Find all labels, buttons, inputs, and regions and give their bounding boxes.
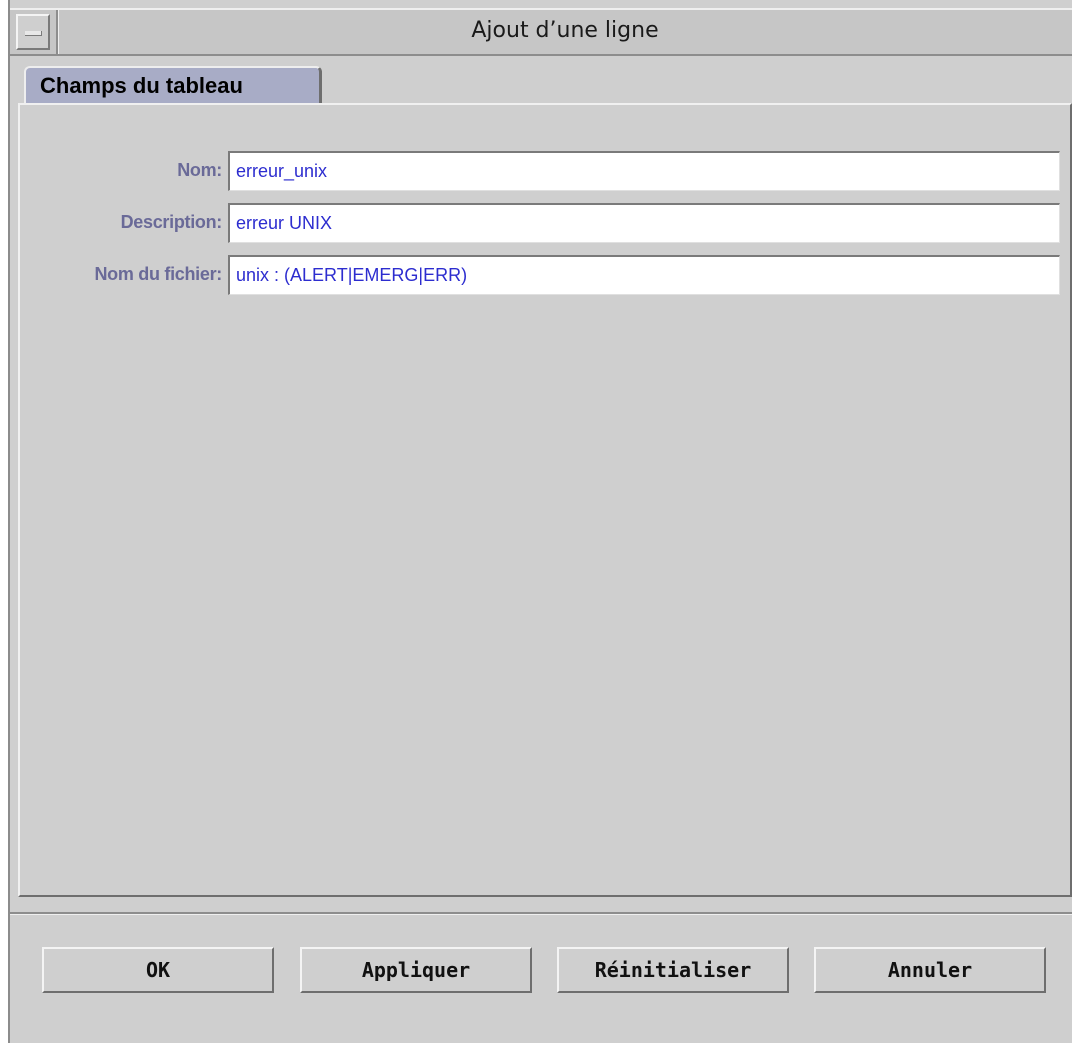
ok-button[interactable]: OK [42, 947, 274, 993]
window-menu-icon[interactable] [16, 14, 50, 50]
field-row-description: Description: [20, 203, 1060, 243]
nom-du-fichier-label: Nom du fichier: [94, 264, 222, 284]
apply-button[interactable]: Appliquer [300, 947, 532, 993]
nom-label: Nom: [177, 160, 222, 180]
description-input[interactable] [228, 203, 1060, 243]
dialog-window: Ajout d’une ligne Champs du tableau Nom:… [8, 0, 1072, 1043]
field-row-nom: Nom: [20, 151, 1060, 191]
field-row-nom-du-fichier: Nom du fichier: [20, 255, 1060, 295]
tab-champs-du-tableau[interactable]: Champs du tableau [24, 66, 322, 104]
title-bar[interactable]: Ajout d’une ligne [10, 8, 1072, 56]
button-bar-separator [10, 912, 1072, 915]
nom-input[interactable] [228, 151, 1060, 191]
reset-button[interactable]: Réinitialiser [557, 947, 789, 993]
fields-panel: Nom: Description: Nom du fichier: [18, 103, 1072, 897]
window-title: Ajout d’une ligne [471, 18, 659, 43]
nom-du-fichier-input[interactable] [228, 255, 1060, 295]
cancel-button[interactable]: Annuler [814, 947, 1046, 993]
description-label: Description: [120, 212, 223, 232]
tab-label: Champs du tableau [40, 73, 243, 98]
